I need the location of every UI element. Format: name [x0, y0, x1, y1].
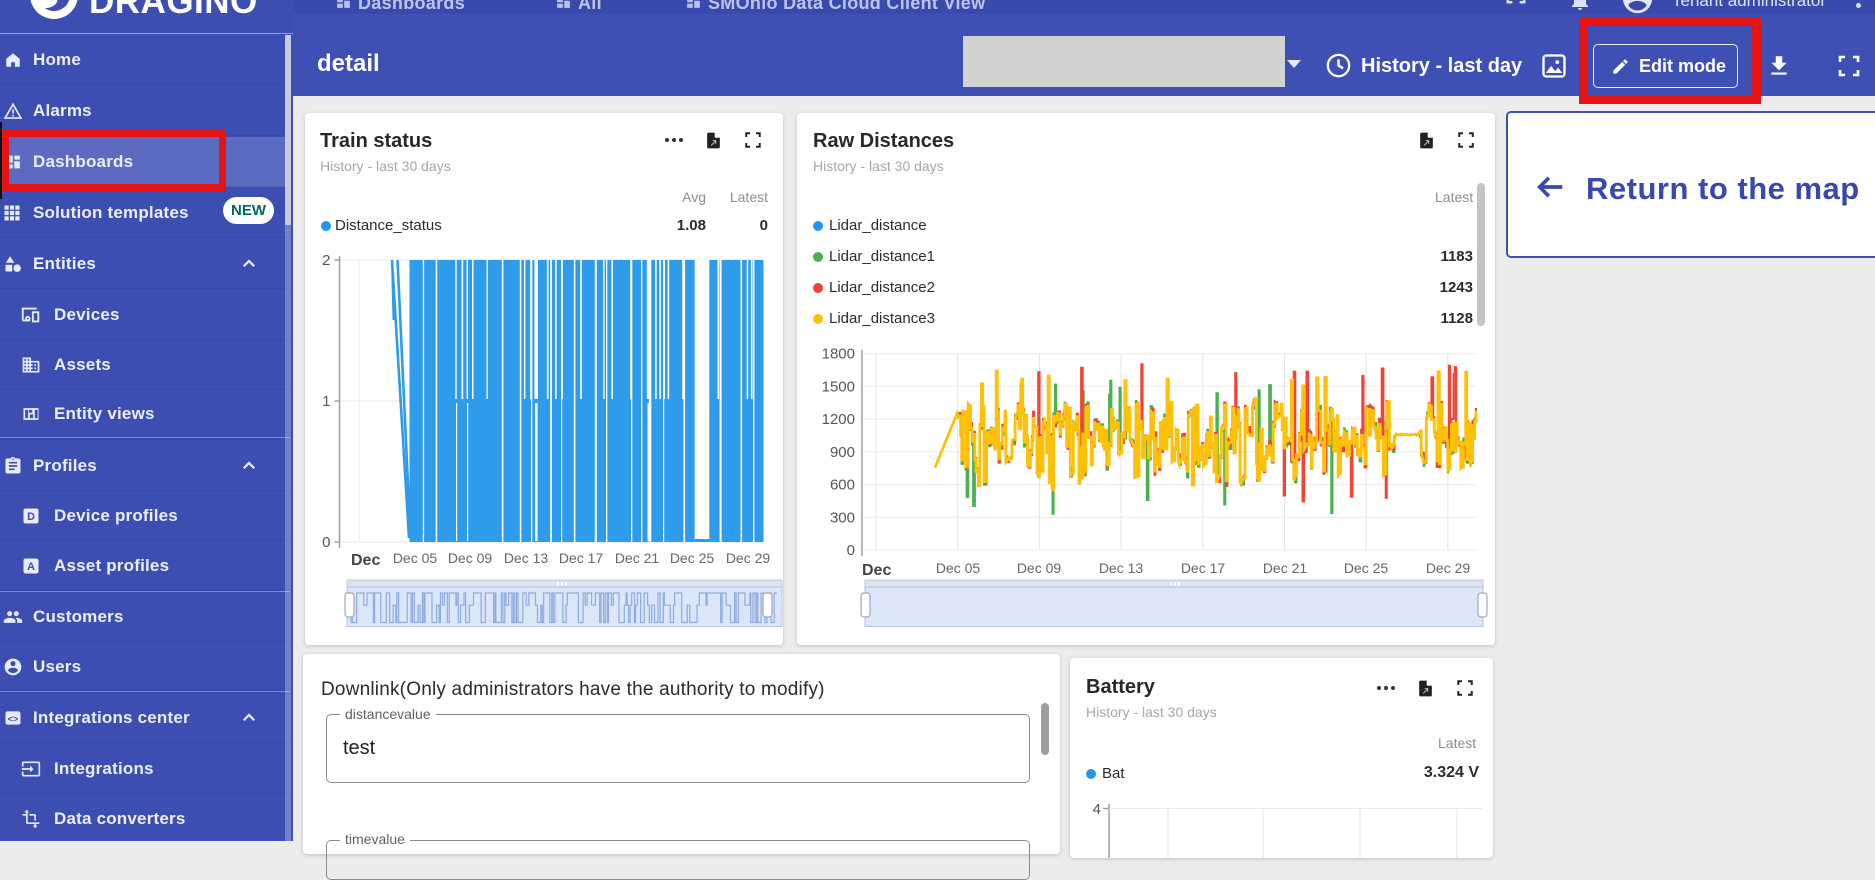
svg-text:1: 1: [322, 393, 330, 410]
svg-text:1200: 1200: [822, 411, 855, 428]
svg-text:Dec 21: Dec 21: [615, 550, 660, 566]
svg-text:Dec: Dec: [862, 562, 891, 579]
svg-text:Dec 09: Dec 09: [448, 550, 493, 566]
svg-text:D: D: [27, 511, 35, 523]
svg-text:A: A: [27, 561, 35, 573]
svg-text:2: 2: [322, 252, 330, 269]
svg-text:Dec 17: Dec 17: [559, 550, 604, 566]
svg-text:<>: <>: [8, 713, 19, 723]
svg-text:Dec 05: Dec 05: [393, 550, 438, 566]
svg-text:Dec 13: Dec 13: [1099, 560, 1144, 576]
svg-text:Dec 29: Dec 29: [1426, 560, 1471, 576]
svg-text:Dec 13: Dec 13: [504, 550, 549, 566]
svg-text:Dec 25: Dec 25: [670, 550, 715, 566]
svg-text:1500: 1500: [822, 378, 855, 395]
svg-text:300: 300: [830, 509, 855, 526]
svg-text:1800: 1800: [822, 346, 855, 363]
svg-text:Dec 09: Dec 09: [1017, 560, 1062, 576]
svg-text:Dec 21: Dec 21: [1263, 560, 1308, 576]
svg-text:0: 0: [322, 534, 330, 551]
svg-text:Dec 17: Dec 17: [1181, 560, 1226, 576]
svg-text:900: 900: [830, 444, 855, 461]
svg-text:Dec 05: Dec 05: [936, 560, 981, 576]
svg-text:0: 0: [847, 542, 855, 559]
svg-text:Dec 25: Dec 25: [1344, 560, 1389, 576]
svg-text:600: 600: [830, 477, 855, 494]
svg-text:4: 4: [1093, 801, 1101, 818]
svg-text:Dec: Dec: [351, 552, 380, 569]
svg-text:Dec 29: Dec 29: [726, 550, 771, 566]
